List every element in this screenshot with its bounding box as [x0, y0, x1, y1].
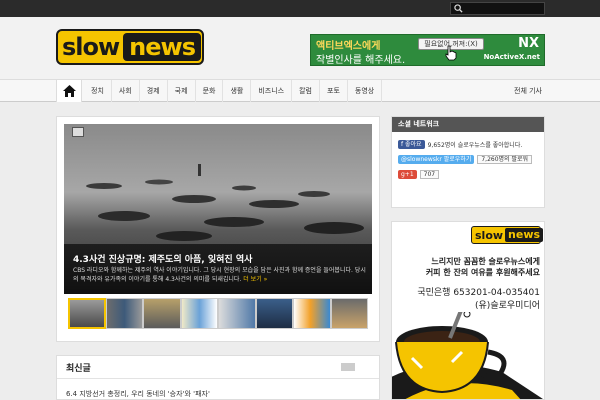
latest-section: 최신글 6.4 지방선거 총정리, 우리 동네의 '승자'와 '패자'	[56, 355, 380, 400]
twitter-follow-button[interactable]: @slownewskr 팔로우하기	[398, 154, 475, 164]
donation-ad[interactable]: slow news 느리지만 꼼꼼한 슬로우뉴스에게 커피 한 잔의 여유를 후…	[391, 221, 545, 400]
section-title: 최신글	[66, 364, 91, 374]
slide-desc-text: CBS 라디오와 함께하는 제주의 역사 이야기입니다. 그 당시 현장의 모습…	[73, 267, 366, 283]
nav-item[interactable]: 문화	[196, 80, 224, 102]
nav-item[interactable]: 포토	[320, 80, 348, 102]
ad-logo-slow: slow	[475, 228, 504, 242]
noactivex-banner[interactable]: 액티브엑스에게 작별인사를 해주세요. 필요없어,꺼져:(X) NX NoAct…	[310, 34, 545, 66]
slide-description: CBS 라디오와 함께하는 제주의 역사 이야기입니다. 그 당시 현장의 모습…	[73, 266, 368, 284]
thumbnail[interactable]	[68, 298, 106, 329]
hand-cursor-icon	[445, 45, 457, 61]
thumbnail[interactable]	[180, 298, 219, 329]
slide-title[interactable]: 4.3사건 진상규명: 제주도의 아픔, 잊혀진 역사	[73, 252, 252, 265]
nav-item[interactable]: 생활	[223, 80, 252, 102]
slider-thumbnails	[68, 298, 369, 330]
slide-more-link[interactable]: 더 보기 »	[243, 276, 267, 283]
search-icon[interactable]	[454, 4, 463, 13]
ad-logo: slow news	[471, 226, 544, 244]
coffee-cup-icon	[392, 312, 544, 399]
nav-item[interactable]: 동영상	[348, 80, 383, 102]
thumbnail[interactable]	[105, 298, 144, 329]
googleplus-count: 707	[419, 169, 440, 179]
article-link[interactable]: 6.4 지방선거 총정리, 우리 동네의 '승자'와 '패자'	[66, 389, 210, 399]
nav-items: 정치 사회 경제 국제 문화 생활 비즈니스 칼럼 포토 동영상	[84, 80, 383, 102]
slide-caption: 4.3사건 진상규명: 제주도의 아픔, 잊혀진 역사 CBS 라디오와 함께하…	[64, 244, 372, 294]
nav-item[interactable]: 정치	[84, 80, 112, 102]
widget-title: 소셜 네트워크	[392, 117, 544, 132]
banner-brand: NX	[518, 36, 539, 51]
facebook-like-text: 9,652명이 슬로우뉴스를 좋아합니다.	[427, 141, 523, 149]
home-icon	[62, 85, 76, 97]
ad-account-holder: (유)슬로우미디어	[475, 301, 540, 311]
featured-slider[interactable]: 4.3사건 진상규명: 제주도의 아픔, 잊혀진 역사 CBS 라디오와 함께하…	[64, 124, 372, 294]
thumbnail[interactable]	[293, 298, 331, 329]
twitter-follower-count: 7,260명의 팔로워	[477, 154, 533, 164]
thumbnail[interactable]	[255, 298, 294, 329]
search-box[interactable]	[450, 2, 545, 15]
thumbnail[interactable]	[143, 298, 181, 329]
top-bar	[0, 0, 600, 17]
search-input[interactable]	[467, 4, 543, 14]
facebook-row: f 좋아요 9,652명이 슬로우뉴스를 좋아합니다.	[398, 139, 522, 149]
thumbnail[interactable]	[330, 298, 369, 329]
nav-item[interactable]: 사회	[112, 80, 140, 102]
googleplus-button[interactable]: g+1	[398, 169, 417, 179]
section-toggle[interactable]	[341, 363, 355, 371]
googleplus-row: g+1 707	[398, 169, 440, 179]
main-nav: 정치 사회 경제 국제 문화 생활 비즈니스 칼럼 포토 동영상 전체 기사	[0, 79, 600, 102]
divider	[57, 378, 379, 379]
ad-bank-account: 국민은행 653201-04-035401	[417, 288, 540, 298]
twitter-row: @slownewskr 팔로우하기 7,260명의 팔로워	[398, 154, 533, 164]
thumbnail[interactable]	[218, 298, 256, 329]
nav-item[interactable]: 국제	[168, 80, 196, 102]
social-widget: 소셜 네트워크 f 좋아요 9,652명이 슬로우뉴스를 좋아합니다. @slo…	[391, 116, 545, 208]
banner-line2: 작별인사를 해주세요.	[316, 55, 406, 66]
nav-item[interactable]: 비즈니스	[251, 80, 293, 102]
gallery-icon	[72, 127, 84, 137]
banner-line1: 액티브엑스에게	[316, 41, 381, 52]
nav-item[interactable]: 칼럼	[292, 80, 320, 102]
ad-line2: 커피 한 잔의 여유를 후원해주세요	[425, 268, 540, 277]
ad-line1: 느리지만 꼼꼼한 슬로우뉴스에게	[431, 257, 540, 266]
nav-home[interactable]	[56, 80, 82, 102]
site-logo[interactable]: slow news	[56, 29, 204, 65]
banner-brand-sub: NoActiveX.net	[483, 53, 540, 61]
facebook-like-button[interactable]: f 좋아요	[398, 139, 425, 149]
ad-logo-news: news	[505, 228, 544, 242]
nav-all-articles[interactable]: 전체 기사	[514, 80, 542, 102]
site-header: slow news 액티브엑스에게 작별인사를 해주세요. 필요없어,꺼져:(X…	[0, 17, 600, 79]
logo-slow-text: slow	[62, 33, 120, 61]
logo-news-text: news	[123, 33, 201, 61]
nav-item[interactable]: 경제	[140, 80, 168, 102]
